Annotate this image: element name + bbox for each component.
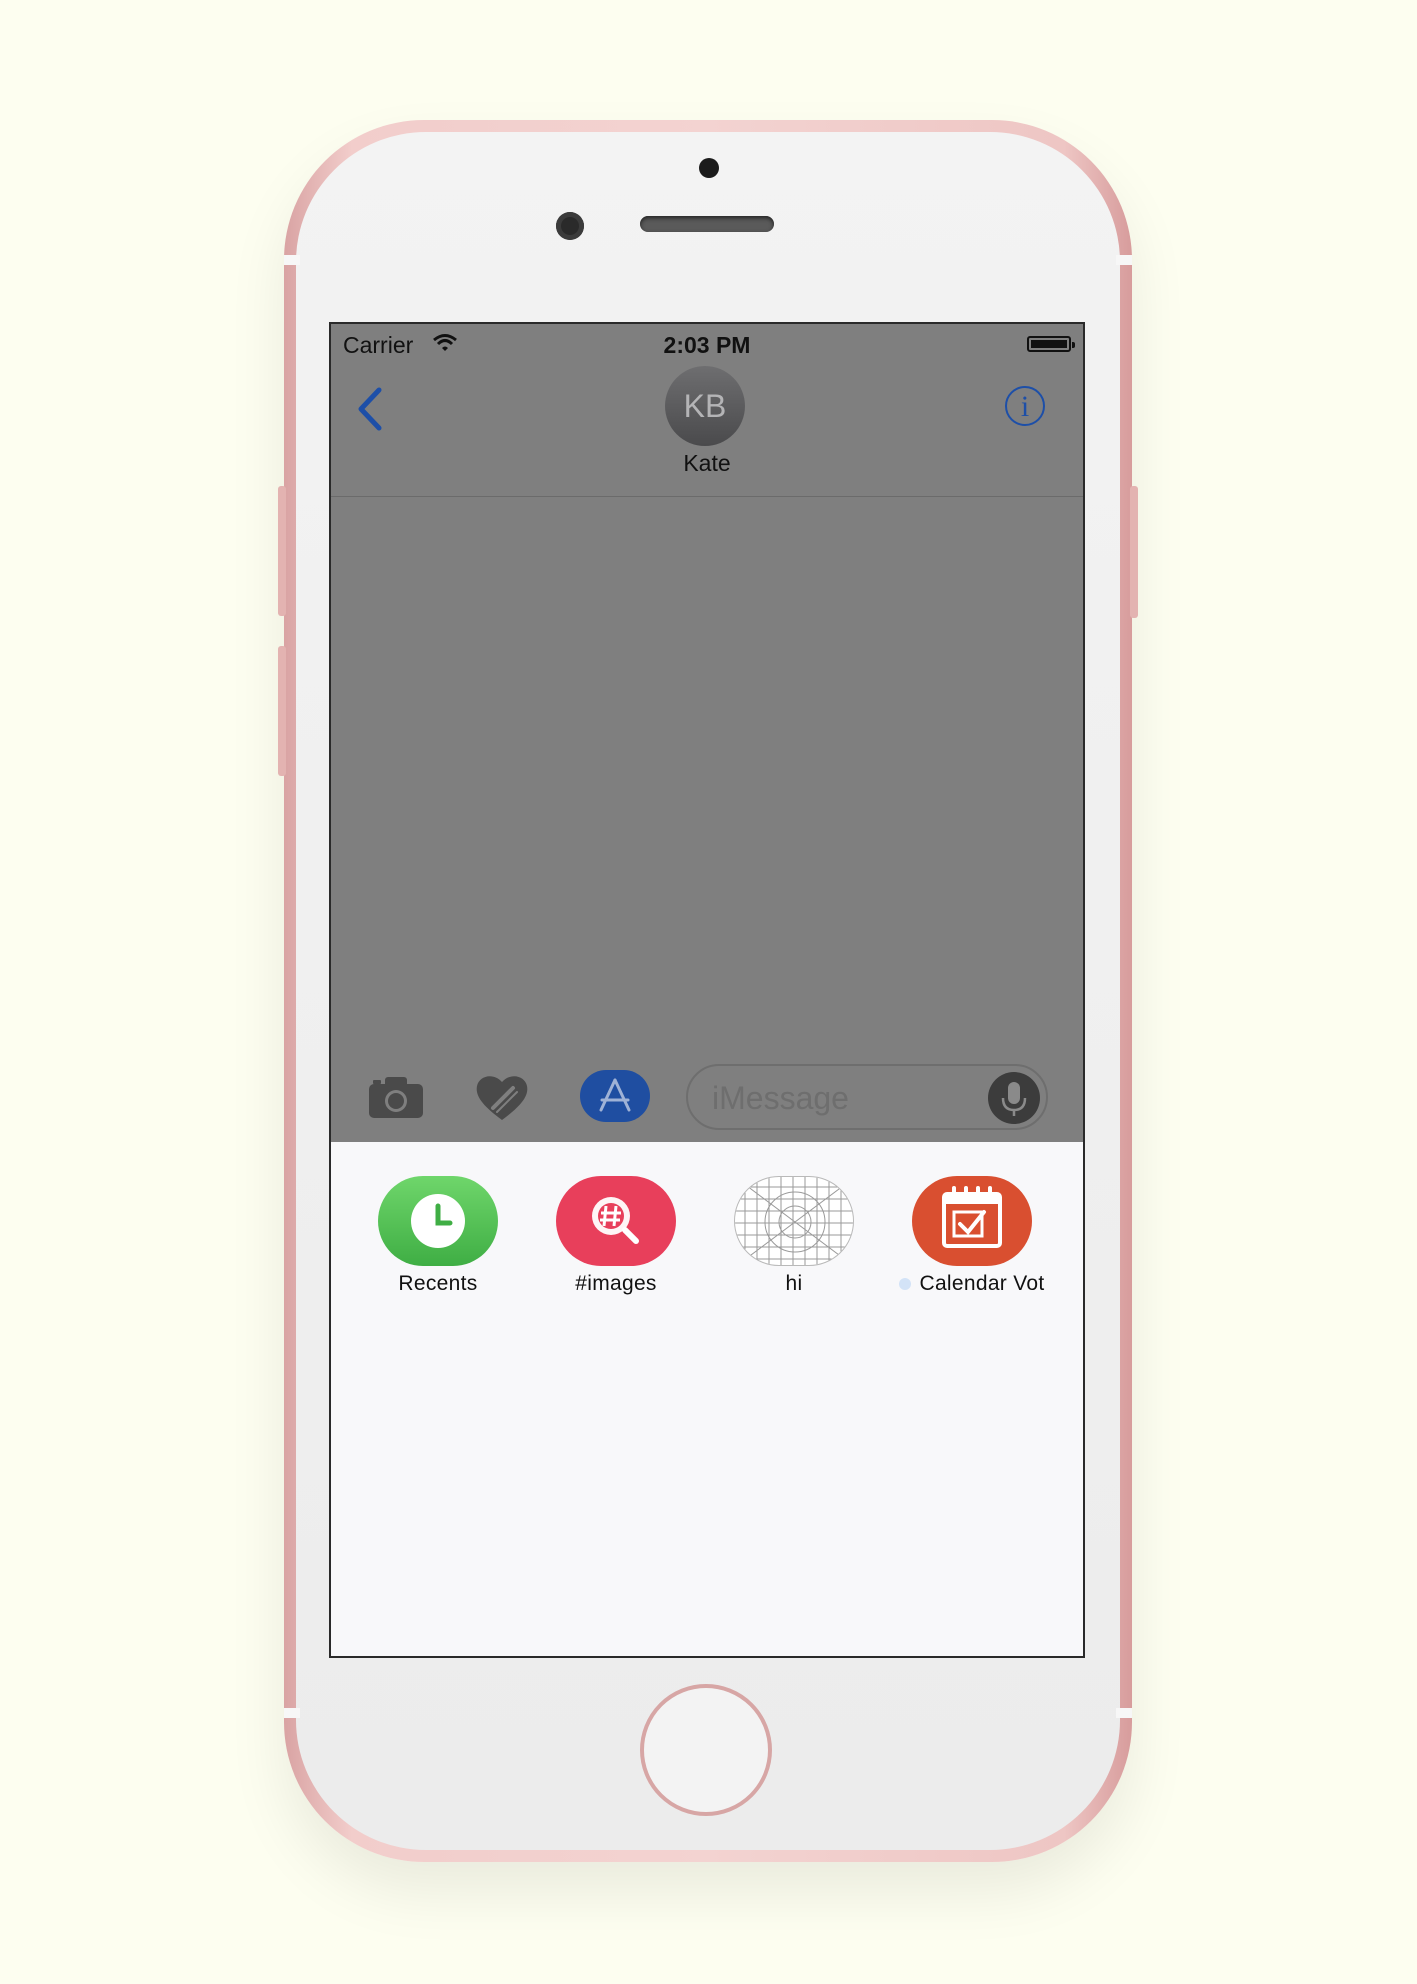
imessage-app-drawer: Recents #images hi Calendar Vot <box>331 1142 1083 1656</box>
message-input[interactable]: iMessage <box>686 1064 1048 1130</box>
new-app-dot <box>899 1278 912 1291</box>
app-label: Calendar Vot <box>919 1272 1045 1295</box>
volume-up-button <box>278 486 286 616</box>
antenna-line <box>284 255 300 265</box>
placeholder-grid-icon <box>734 1176 854 1266</box>
info-button[interactable]: i <box>1005 386 1045 426</box>
app-images[interactable]: #images <box>527 1176 705 1296</box>
back-chevron-icon[interactable] <box>353 386 389 432</box>
antenna-line <box>1116 255 1132 265</box>
front-camera <box>556 212 584 240</box>
app-label-row: Calendar Vot <box>883 1272 1061 1296</box>
power-button <box>1130 486 1138 618</box>
antenna-line <box>1116 1708 1132 1718</box>
app-label: #images <box>575 1272 657 1295</box>
app-label: hi <box>785 1272 803 1295</box>
app-calendar-vote[interactable]: Calendar Vot <box>883 1176 1061 1296</box>
nav-divider <box>331 496 1083 497</box>
phone-screen: Carrier 2:03 PM KB Kate i iMessage Recen… <box>329 322 1085 1658</box>
home-button[interactable] <box>640 1684 772 1816</box>
app-hi[interactable]: hi <box>705 1176 883 1296</box>
contact-avatar[interactable]: KB <box>665 366 745 446</box>
earpiece-speaker <box>640 216 774 232</box>
microphone-button[interactable] <box>988 1072 1040 1124</box>
calendar-check-icon <box>912 1176 1032 1266</box>
microphone-icon <box>1001 1082 1027 1116</box>
status-time: 2:03 PM <box>663 332 751 358</box>
app-label: Recents <box>398 1272 478 1295</box>
image-search-icon <box>556 1176 676 1266</box>
clock-icon <box>378 1176 498 1266</box>
app-recents[interactable]: Recents <box>349 1176 527 1296</box>
camera-icon[interactable] <box>367 1074 425 1120</box>
app-store-icon <box>599 1078 631 1112</box>
status-bar: Carrier 2:03 PM <box>331 324 1083 364</box>
message-placeholder: iMessage <box>712 1080 849 1116</box>
battery-icon <box>1027 336 1075 352</box>
app-store-button[interactable] <box>580 1070 650 1122</box>
digital-touch-heart-icon[interactable] <box>473 1072 531 1122</box>
contact-name[interactable]: Kate <box>331 450 1083 477</box>
conversation-area: Carrier 2:03 PM KB Kate i iMessage <box>331 324 1083 1142</box>
volume-down-button <box>278 646 286 776</box>
antenna-line <box>284 1708 300 1718</box>
proximity-sensor <box>699 158 719 178</box>
